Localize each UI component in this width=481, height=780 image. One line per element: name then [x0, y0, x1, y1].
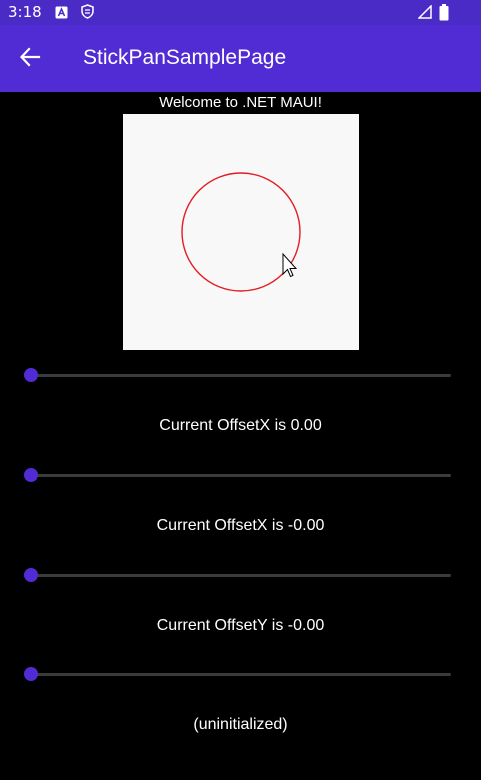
canvas-drawing: [181, 172, 301, 292]
a-box-icon: [55, 4, 69, 20]
battery-icon: [439, 4, 453, 21]
slider-offset-1[interactable]: [24, 365, 451, 385]
offset-x-label-2: Current OffsetX is -0.00: [156, 517, 325, 534]
stick-pan-canvas[interactable]: [123, 114, 359, 350]
signal-icon: [417, 4, 432, 20]
slider-track: [31, 474, 451, 477]
offset-x-label: Current OffsetX is 0.00: [159, 417, 322, 434]
shield-icon: [81, 4, 95, 20]
slider-track: [31, 374, 451, 377]
welcome-label: Welcome to .NET MAUI!: [159, 94, 322, 111]
slider-thumb[interactable]: [24, 468, 38, 482]
status-label: (uninitialized): [193, 716, 288, 733]
status-time: 3:18: [8, 3, 42, 21]
back-button[interactable]: [10, 39, 50, 79]
slider-track: [31, 574, 451, 577]
slider-thumb[interactable]: [24, 568, 38, 582]
slider-thumb[interactable]: [24, 368, 38, 382]
offset-y-label: Current OffsetY is -0.00: [156, 617, 325, 634]
slider-offset-3[interactable]: [24, 565, 451, 585]
arrow-left-icon: [19, 46, 41, 72]
slider-thumb[interactable]: [24, 667, 38, 681]
slider-track: [31, 673, 451, 676]
slider-offset-2[interactable]: [24, 465, 451, 485]
app-bar: StickPanSamplePage: [0, 25, 481, 92]
page-title: StickPanSamplePage: [83, 46, 287, 69]
slider-offset-4[interactable]: [24, 664, 451, 684]
pan-circle: [181, 172, 301, 292]
status-bar: 3:18: [0, 0, 481, 25]
